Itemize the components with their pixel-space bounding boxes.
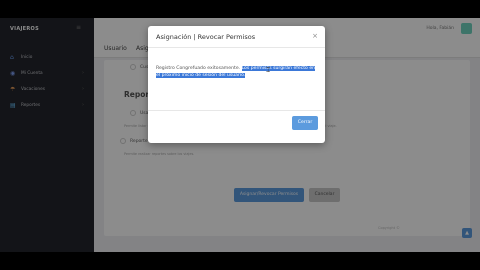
- mouse-cursor-icon: ⌶: [266, 66, 271, 74]
- screen-frame: VIAJEROS ≡ ⌂ Inicio ◉ Mi Cuenta › ☂ Vaca…: [0, 0, 480, 270]
- close-modal-button[interactable]: Cerrar: [292, 116, 318, 130]
- close-icon[interactable]: ×: [312, 32, 318, 40]
- permissions-modal: Asignación | Revocar Permisos × Registro…: [148, 26, 325, 143]
- modal-message-text: Registro Congrefuado exitosamente.: [156, 66, 241, 71]
- modal-divider: [148, 110, 325, 111]
- app-window: VIAJEROS ≡ ⌂ Inicio ◉ Mi Cuenta › ☂ Vaca…: [0, 18, 480, 252]
- modal-divider: [148, 47, 325, 48]
- modal-message: Registro Congrefuado exitosamente. Los p…: [156, 65, 318, 79]
- modal-title: Asignación | Revocar Permisos: [156, 33, 256, 41]
